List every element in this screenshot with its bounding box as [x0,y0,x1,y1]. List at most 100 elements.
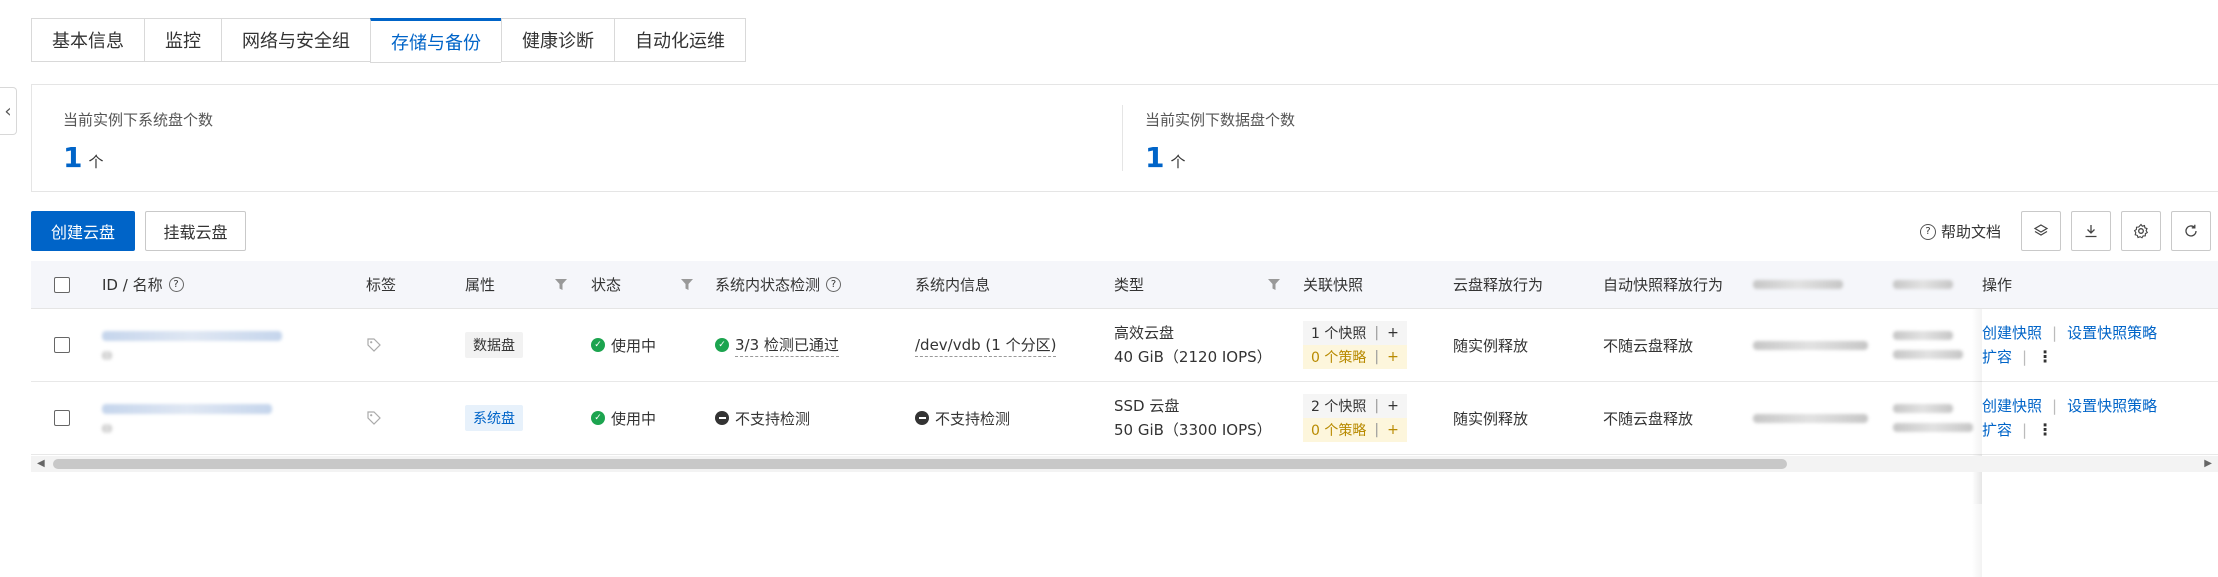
row-checkbox[interactable] [54,337,70,353]
plus-icon[interactable]: + [1387,398,1399,414]
disk-id-name[interactable] [102,309,282,381]
col-attribute: 属性 [465,276,496,294]
disk-type: SSD 云盘 50 GiB（3300 IOPS） [1114,382,1272,454]
in-system-check: ✓ 3/3 检测已通过 [715,309,839,381]
help-icon[interactable]: ? [168,277,184,292]
snapshot-box: 2 个快照 | + 0 个策略 | + [1303,394,1407,442]
col-in-system-check: 系统内状态检测? [715,261,842,308]
disk-summary-panel: 当前实例下系统盘个数 1个 当前实例下数据盘个数 1个 [31,84,2218,192]
expand-link[interactable]: 扩容 [1982,345,2012,369]
tab-storage-backup[interactable]: 存储与备份 [370,18,501,63]
scroll-right-icon[interactable]: ▶ [2204,458,2212,469]
data-disk-count-label: 当前实例下数据盘个数 [1145,111,1296,129]
table-header: ID / 名称? 标签 属性 状态 系统内状态检测? 系统内信息 类型 关联快照… [31,261,2218,309]
layers-button[interactable] [2021,211,2061,251]
gear-icon [2133,223,2149,239]
redacted-value [1753,382,1868,454]
plus-icon[interactable]: + [1387,349,1399,365]
create-snapshot-link[interactable]: 创建快照 [1982,394,2042,418]
plus-icon[interactable]: + [1387,325,1399,341]
horizontal-scrollbar[interactable]: ◀ ▶ [31,456,2218,472]
plus-icon[interactable]: + [1387,422,1399,438]
sidebar-collapse-button[interactable]: ‹ [0,87,17,135]
row-operations: 创建快照 | 设置快照策略 扩容 | ⋮ [1982,382,2218,454]
redacted-value [1893,382,1973,454]
policy-count[interactable]: 0 个策略 [1311,420,1366,440]
create-disk-button[interactable]: 创建云盘 [31,211,135,251]
in-system-check-text: 不支持检测 [735,409,811,428]
set-snapshot-policy-link[interactable]: 设置快照策略 [2067,394,2157,418]
tab-monitoring[interactable]: 监控 [144,18,221,62]
tag-icon[interactable] [366,337,382,353]
in-system-check-text[interactable]: 3/3 检测已通过 [735,334,839,357]
col-operations: 操作 [1982,261,2218,308]
scrollbar-thumb[interactable] [53,459,1787,469]
tab-automation-ops[interactable]: 自动化运维 [614,18,746,62]
mount-disk-button[interactable]: 挂载云盘 [145,211,246,251]
col-type: 类型 [1114,276,1145,294]
disk-release: 随实例释放 [1453,336,1529,355]
set-snapshot-policy-link[interactable]: 设置快照策略 [2067,321,2157,345]
table-row: 数据盘 ✓ 使用中 ✓ 3/3 检测已通过 /dev/vdb (1 个分区) 高… [31,309,2218,504]
in-system-info-text[interactable]: /dev/vdb (1 个分区) [915,334,1057,357]
auto-snapshot-release: 不随云盘释放 [1603,409,1694,428]
redacted-value [1893,309,1963,381]
auto-snapshot-release: 不随云盘释放 [1603,336,1694,355]
policy-count[interactable]: 0 个策略 [1311,347,1366,367]
expand-link[interactable]: 扩容 [1982,418,2012,442]
in-system-check: 不支持检测 [715,382,810,454]
table-row: 系统盘 ✓ 使用中 不支持检测 不支持检测 SSD 云盘 50 GiB（3300… [31,382,2218,577]
help-doc-link[interactable]: ? 帮助文档 [1920,221,2001,242]
scroll-left-icon[interactable]: ◀ [37,458,45,469]
tab-bar: 基本信息 监控 网络与安全组 存储与备份 健康诊断 自动化运维 [31,18,746,63]
help-icon[interactable]: ? [826,277,842,292]
col-id-name-label: ID / 名称 [102,276,163,294]
disk-status-text: 使用中 [611,336,657,355]
col-in-system-check-label: 系统内状态检测 [715,276,821,294]
disk-type-spec: 50 GiB（3300 IOPS） [1114,421,1272,439]
tag-icon[interactable] [366,410,382,426]
data-disk-count: 1 [1145,141,1165,174]
tab-basic-info[interactable]: 基本信息 [31,18,144,62]
refresh-button[interactable] [2171,211,2211,251]
system-disk-count-unit: 个 [88,153,104,171]
col-disk-release: 云盘释放行为 [1453,276,1544,294]
download-icon [2085,225,2097,238]
data-disk-count-unit: 个 [1170,153,1186,171]
disk-id-name[interactable] [102,382,272,454]
minus-circle-icon [715,411,729,425]
system-disk-count: 1 [63,141,83,174]
col-tags: 标签 [366,276,397,294]
settings-button[interactable] [2121,211,2161,251]
summary-divider [1122,105,1123,171]
download-button[interactable] [2071,211,2111,251]
more-vertical-icon[interactable]: ⋮ [2037,418,2053,442]
snapshot-count[interactable]: 1 个快照 [1311,323,1366,343]
tab-network-security[interactable]: 网络与安全组 [221,18,370,62]
snapshot-box: 1 个快照 | + 0 个策略 | + [1303,321,1407,369]
col-id-name: ID / 名称? [102,261,184,308]
disk-release: 随实例释放 [1453,409,1529,428]
filter-icon[interactable] [681,279,693,290]
create-snapshot-link[interactable]: 创建快照 [1982,321,2042,345]
check-circle-icon: ✓ [591,338,605,352]
row-checkbox[interactable] [54,410,70,426]
filter-icon[interactable] [555,279,567,290]
refresh-icon [2185,224,2197,237]
help-doc-label: 帮助文档 [1941,223,2002,241]
snapshot-count[interactable]: 2 个快照 [1311,396,1366,416]
col-auto-snapshot-release: 自动快照释放行为 [1603,276,1724,294]
disk-type-spec: 40 GiB（2120 IOPS） [1114,348,1272,366]
col-redacted-1 [1753,261,1843,308]
col-redacted-2 [1893,261,1953,308]
more-vertical-icon[interactable]: ⋮ [2037,345,2053,369]
col-snapshots: 关联快照 [1303,276,1364,294]
check-circle-icon: ✓ [715,338,729,352]
col-operations-label: 操作 [1982,276,2013,294]
disk-type-name: SSD 云盘 [1114,397,1180,415]
tab-health-diagnosis[interactable]: 健康诊断 [501,18,614,62]
col-in-system-info: 系统内信息 [915,276,991,294]
select-all-checkbox[interactable] [54,276,70,293]
check-circle-icon: ✓ [591,411,605,425]
filter-icon[interactable] [1268,279,1280,290]
